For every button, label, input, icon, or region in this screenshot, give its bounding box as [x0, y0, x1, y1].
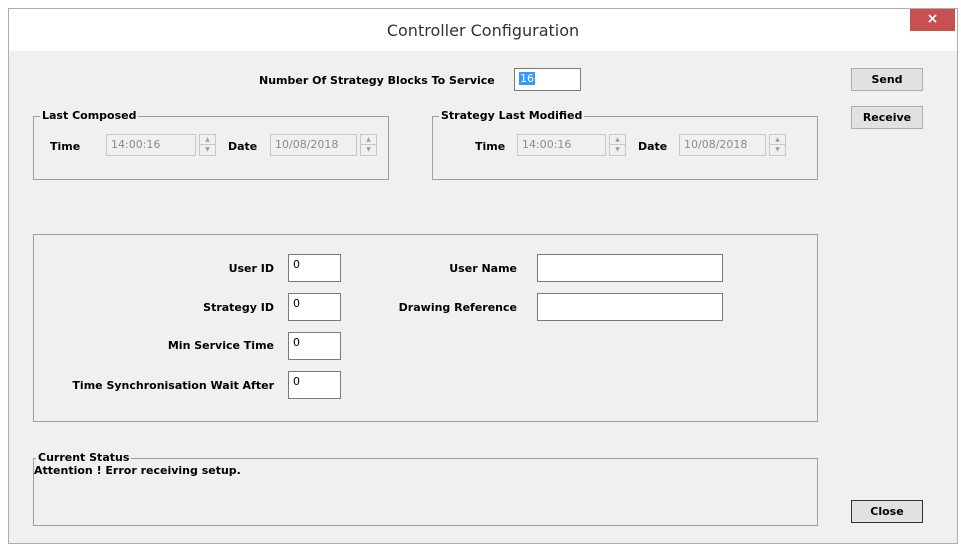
blocks-label: Number Of Strategy Blocks To Service [259, 74, 495, 87]
drawing-reference-label: Drawing Reference [398, 301, 517, 314]
spin-down-icon[interactable]: ▼ [610, 145, 625, 155]
time-sync-wait-input[interactable]: 0 [288, 371, 341, 399]
strategy-modified-group: Strategy Last Modified Time 14:00:16 ▲ ▼… [432, 109, 818, 180]
spin-up-icon[interactable]: ▲ [361, 135, 376, 145]
spin-down-icon[interactable]: ▼ [200, 145, 215, 155]
dialog-window: Controller Configuration × Number Of Str… [8, 8, 958, 544]
close-button[interactable]: Close [851, 500, 923, 523]
last-composed-legend: Last Composed [40, 109, 139, 122]
dialog-body: Number Of Strategy Blocks To Service 16 … [9, 51, 957, 543]
strategy-modified-date-input[interactable]: 10/08/2018 [679, 134, 766, 156]
spin-up-icon[interactable]: ▲ [770, 135, 785, 145]
strategy-modified-time-spinner[interactable]: ▲ ▼ [609, 134, 626, 156]
strategy-id-label: Strategy ID [203, 301, 274, 314]
spin-up-icon[interactable]: ▲ [200, 135, 215, 145]
strategy-modified-date-spinner[interactable]: ▲ ▼ [769, 134, 786, 156]
blocks-input[interactable]: 16 [514, 68, 581, 91]
spin-down-icon[interactable]: ▼ [361, 145, 376, 155]
details-group: User ID 0 Strategy ID 0 Min Service Time… [33, 234, 818, 422]
strategy-modified-legend: Strategy Last Modified [439, 109, 585, 122]
drawing-reference-input[interactable] [537, 293, 723, 321]
strategy-modified-time-input[interactable]: 14:00:16 [517, 134, 606, 156]
last-composed-date-spinner[interactable]: ▲ ▼ [360, 134, 377, 156]
user-name-label: User Name [449, 262, 517, 275]
min-service-time-input[interactable]: 0 [288, 332, 341, 360]
last-composed-group: Last Composed Time 14:00:16 ▲ ▼ Date 10/… [33, 109, 389, 180]
last-composed-date-input[interactable]: 10/08/2018 [270, 134, 357, 156]
spin-down-icon[interactable]: ▼ [770, 145, 785, 155]
min-service-time-label: Min Service Time [167, 339, 274, 352]
last-composed-date-label: Date [228, 140, 258, 153]
window-title: Controller Configuration [386, 21, 580, 40]
last-composed-time-input[interactable]: 14:00:16 [106, 134, 196, 156]
strategy-modified-time-label: Time [475, 140, 506, 153]
current-status-legend: Current Status [36, 451, 132, 464]
status-message: Attention ! Error receiving setup. [34, 464, 241, 477]
title-bar[interactable]: Controller Configuration × [9, 9, 957, 51]
time-sync-wait-label: Time Synchronisation Wait After [72, 379, 274, 392]
receive-button[interactable]: Receive [851, 106, 923, 129]
last-composed-time-label: Time [50, 140, 81, 153]
send-button[interactable]: Send [851, 68, 923, 91]
strategy-modified-date-label: Date [638, 140, 668, 153]
last-composed-time-spinner[interactable]: ▲ ▼ [199, 134, 216, 156]
current-status-group: Current Status Attention ! Error receivi… [33, 451, 818, 526]
close-icon[interactable]: × [910, 9, 955, 31]
blocks-value: 16 [519, 72, 535, 85]
spin-up-icon[interactable]: ▲ [610, 135, 625, 145]
user-id-label: User ID [228, 262, 274, 275]
user-name-input[interactable] [537, 254, 723, 282]
